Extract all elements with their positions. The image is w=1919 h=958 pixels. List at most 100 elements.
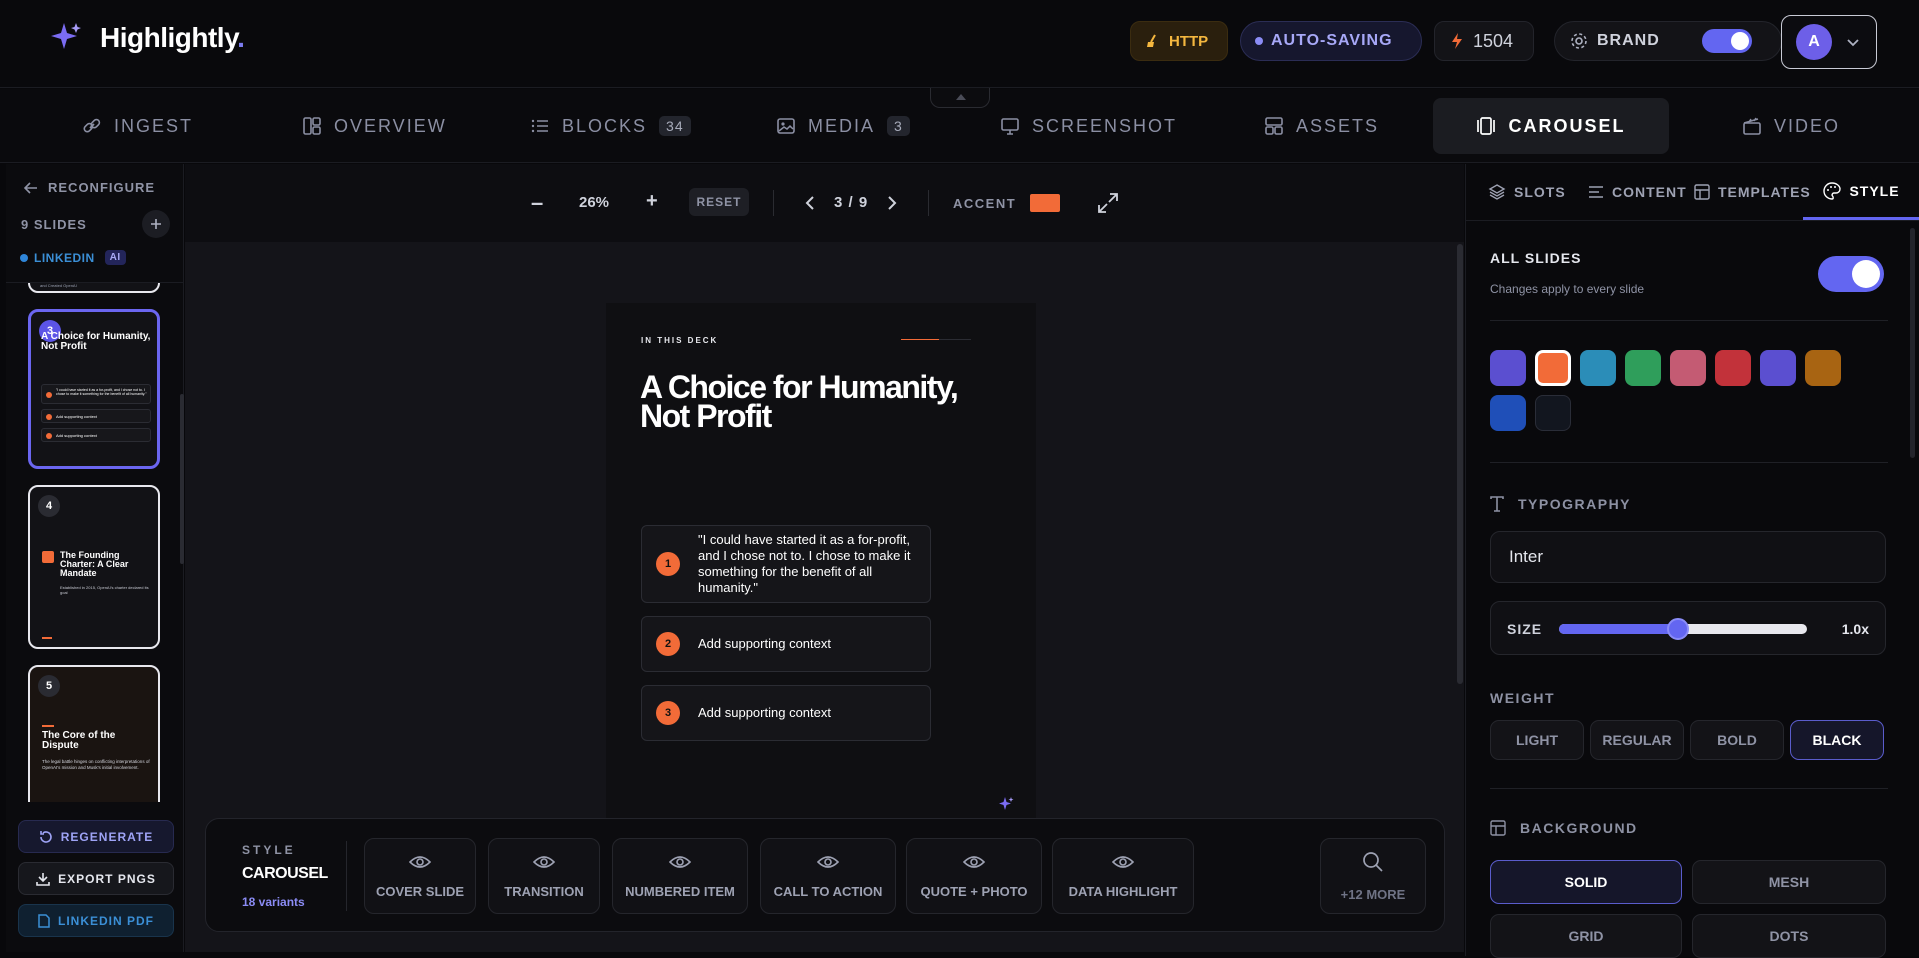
accent-color-picker[interactable] (1030, 194, 1060, 212)
color-swatch[interactable] (1490, 395, 1526, 431)
size-slider-fill (1559, 624, 1679, 634)
item-number: 1 (656, 552, 680, 576)
autosave-status: AUTO-SAVING (1240, 21, 1422, 61)
reset-zoom-button[interactable]: RESET (689, 188, 749, 216)
more-variants-button[interactable]: +12 MORE (1320, 838, 1426, 914)
color-swatch[interactable] (1805, 350, 1841, 386)
slide-item-2[interactable]: 2 Add supporting context (641, 616, 931, 672)
slide-thumb-2[interactable]: and Created OpenAI (28, 283, 160, 293)
eye-icon (409, 854, 431, 870)
variant-data-highlight[interactable]: DATA HIGHLIGHT (1052, 838, 1194, 914)
panel-tab-templates[interactable]: TEMPLATES (1694, 164, 1811, 220)
background-grid[interactable]: GRID (1490, 914, 1682, 958)
weight-black[interactable]: BLACK (1790, 720, 1884, 760)
panel-tab-slots[interactable]: SLOTS (1488, 164, 1566, 220)
canvas-scrollbar[interactable] (1457, 244, 1463, 684)
canvas-toolbar: – 26% + RESET 3 / 9 ACCENT (185, 164, 1464, 242)
slide-preview[interactable]: IN THIS DECK A Choice for Humanity, Not … (606, 303, 1036, 823)
variant-transition[interactable]: TRANSITION (488, 838, 600, 914)
eye-icon (669, 854, 691, 870)
variant-call-to-action[interactable]: CALL TO ACTION (760, 838, 896, 914)
size-slider-track[interactable] (1559, 618, 1807, 640)
regenerate-button[interactable]: REGENERATE (18, 820, 174, 853)
color-swatch-selected[interactable] (1535, 350, 1571, 386)
divider (346, 841, 347, 911)
brand-toggle[interactable] (1701, 29, 1752, 53)
account-menu[interactable]: A (1781, 15, 1877, 69)
variant-label: NUMBERED ITEM (625, 883, 735, 899)
arrow-left-icon (24, 181, 38, 194)
tab-ingest[interactable]: INGEST (82, 98, 193, 154)
color-swatch[interactable] (1625, 350, 1661, 386)
credits-value: 1504 (1473, 30, 1514, 51)
variant-label: DATA HIGHLIGHT (1068, 883, 1178, 899)
slide-count: 9 SLIDES (21, 217, 87, 232)
background-dots[interactable]: DOTS (1692, 914, 1886, 958)
zoom-in-button[interactable]: + (646, 190, 658, 213)
background-solid[interactable]: SOLID (1490, 860, 1682, 904)
eye-icon (533, 854, 555, 870)
type-icon (1490, 496, 1504, 512)
tab-label: CONTENT (1612, 184, 1687, 200)
palette-icon (1823, 181, 1842, 200)
zoom-out-button[interactable]: – (531, 190, 543, 216)
http-badge[interactable]: HTTP (1130, 21, 1228, 61)
fullscreen-icon[interactable] (1097, 192, 1119, 214)
layout-icon (302, 116, 322, 136)
thumbnail-scroll[interactable]: and Created OpenAI 3 A Choice for Humani… (6, 282, 184, 802)
slide-thumb-4[interactable]: 4 The Founding Charter: A Clear Mandate … (28, 485, 160, 649)
assets-icon (1264, 116, 1284, 136)
variant-numbered-item[interactable]: NUMBERED ITEM (612, 838, 748, 914)
tab-label: MEDIA (808, 115, 876, 136)
thumb-item: Add supporting context (41, 428, 151, 442)
all-slides-toggle[interactable] (1818, 256, 1884, 292)
tab-blocks[interactable]: BLOCKS 34 (530, 98, 691, 154)
color-swatch[interactable] (1535, 395, 1571, 431)
next-slide-button[interactable] (887, 195, 897, 211)
weight-light[interactable]: LIGHT (1490, 720, 1584, 760)
thumb-item-text: "I could have started it as a for-profit… (56, 388, 147, 396)
prev-slide-button[interactable] (805, 195, 815, 211)
tab-label: ASSETS (1296, 115, 1380, 136)
tab-screenshot[interactable]: SCREENSHOT (1000, 98, 1177, 154)
color-swatch[interactable] (1670, 350, 1706, 386)
app-logo[interactable]: Highlightly. (48, 20, 245, 56)
tab-carousel[interactable]: CAROUSEL (1433, 98, 1669, 154)
tab-media[interactable]: MEDIA 3 (776, 98, 910, 154)
font-select[interactable]: Inter (1490, 531, 1886, 583)
weight-bold[interactable]: BOLD (1690, 720, 1784, 760)
slide-title-line: Not Profit (640, 398, 772, 434)
color-swatch[interactable] (1715, 350, 1751, 386)
tab-overview[interactable]: OVERVIEW (302, 98, 447, 154)
variant-quote-photo[interactable]: QUOTE + PHOTO (906, 838, 1042, 914)
monitor-icon (1000, 116, 1020, 136)
background-label: BACKGROUND (1520, 820, 1638, 836)
sidebar-scrollbar[interactable] (180, 394, 184, 564)
panel-tab-content[interactable]: CONTENT (1588, 164, 1687, 220)
all-slides-subtitle: Changes apply to every slide (1490, 282, 1645, 296)
tab-assets[interactable]: ASSETS (1264, 98, 1379, 154)
color-swatch[interactable] (1760, 350, 1796, 386)
add-slide-button[interactable] (142, 210, 170, 238)
color-swatch[interactable] (1490, 350, 1526, 386)
size-slider-thumb[interactable] (1667, 618, 1690, 640)
export-pngs-button[interactable]: EXPORT PNGS (18, 862, 174, 895)
linkedin-pdf-button[interactable]: LINKEDIN PDF (18, 904, 174, 937)
app-name: Highlightly (100, 22, 238, 53)
background-mesh[interactable]: MESH (1692, 860, 1886, 904)
brand-toggle-group: BRAND (1554, 21, 1782, 61)
slide-thumb-5[interactable]: 5 The Core of the Dispute The legal batt… (28, 665, 160, 802)
reconfigure-link[interactable]: RECONFIGURE (24, 180, 155, 195)
weight-regular[interactable]: REGULAR (1590, 720, 1684, 760)
panel-tab-style[interactable]: STYLE (1803, 164, 1919, 220)
zoom-level: 26% (579, 194, 610, 211)
variant-cover-slide[interactable]: COVER SLIDE (364, 838, 476, 914)
tab-video[interactable]: VIDEO (1742, 98, 1840, 154)
slide-thumb-3[interactable]: 3 A Choice for Humanity, Not Profit "I c… (28, 309, 160, 469)
slide-item-3[interactable]: 3 Add supporting context (641, 685, 931, 741)
panel-scrollbar[interactable] (1910, 228, 1915, 458)
slide-item-1[interactable]: 1 "I could have started it as a for-prof… (641, 525, 931, 603)
credits-counter[interactable]: 1504 (1434, 21, 1534, 61)
collapse-header-handle[interactable] (930, 88, 990, 108)
color-swatch[interactable] (1580, 350, 1616, 386)
